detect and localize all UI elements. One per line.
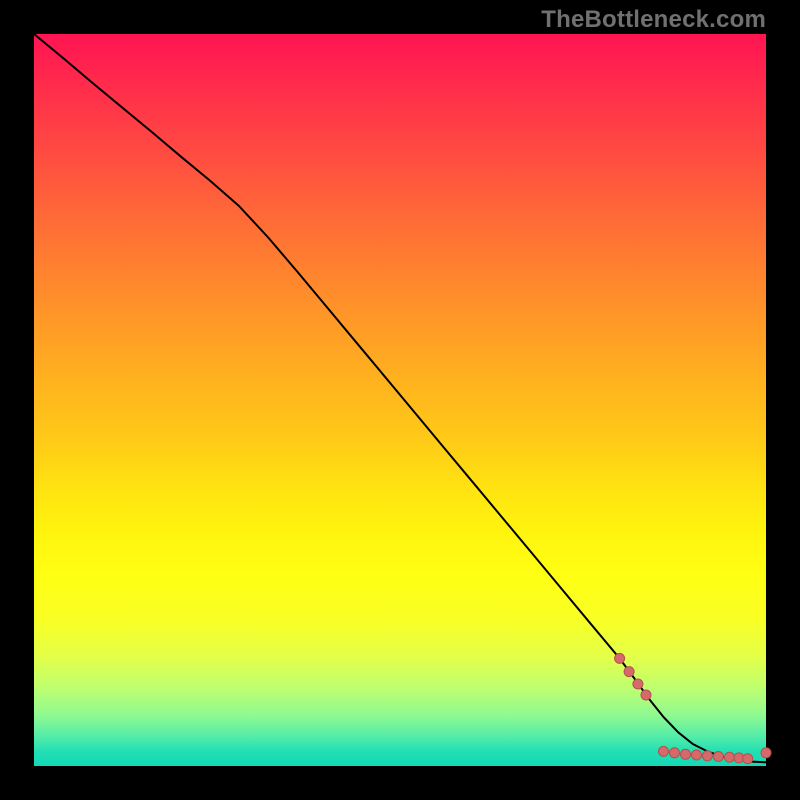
scatter-dot [692,750,702,760]
scatter-dot [659,746,669,756]
scatter-dot [724,752,734,762]
scatter-dots [615,653,771,763]
chart-frame: TheBottleneck.com [0,0,800,800]
scatter-dot [615,653,625,663]
chart-svg [34,34,766,766]
scatter-dot [681,749,691,759]
plot-area [34,34,766,766]
scatter-dot [624,667,634,677]
watermark-text: TheBottleneck.com [541,6,766,34]
scatter-dot [761,748,771,758]
scatter-dot [743,754,753,764]
scatter-dot [670,748,680,758]
scatter-dot [702,751,712,761]
scatter-dot [713,752,723,762]
bottleneck-curve [34,34,766,762]
scatter-dot [633,679,643,689]
scatter-dot [641,690,651,700]
